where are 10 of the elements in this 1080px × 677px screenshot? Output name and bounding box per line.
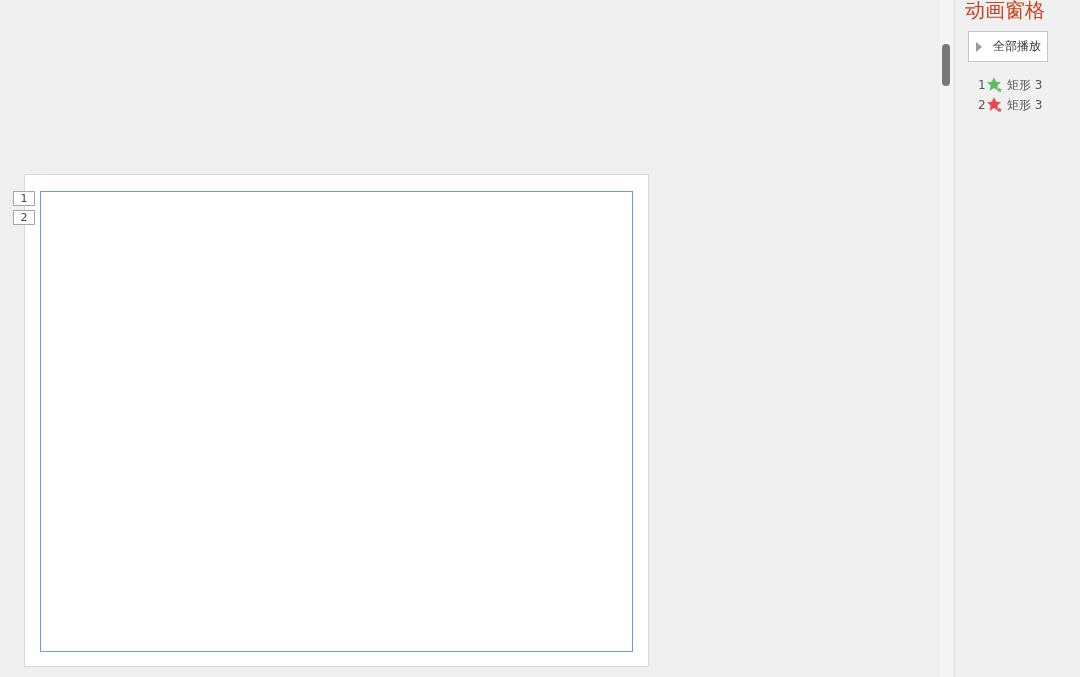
scrollbar-thumb[interactable] (942, 44, 950, 86)
animation-tag[interactable]: 1 (13, 191, 35, 206)
item-number: 2 (978, 98, 986, 112)
play-all-button[interactable]: 全部播放 (968, 31, 1048, 62)
animation-tag[interactable]: 2 (13, 210, 35, 225)
animation-item[interactable]: 矩形 3 (1007, 76, 1043, 94)
item-number: 1 (978, 78, 986, 92)
play-icon (976, 41, 982, 52)
animation-item[interactable]: 矩形 3 (1007, 96, 1043, 114)
pane-title: 动画窗格 (965, 0, 1045, 21)
